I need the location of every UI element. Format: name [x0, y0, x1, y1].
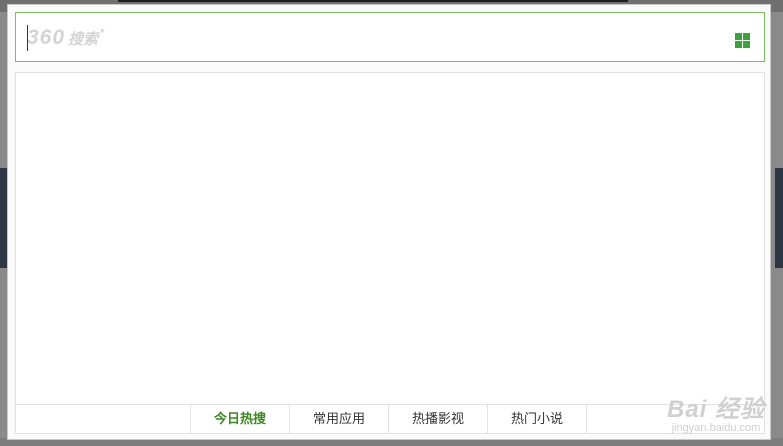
suggestion-panel: 今日热搜 常用应用 热播影视 热门小说 — [15, 72, 765, 434]
grid-cell — [735, 41, 742, 48]
logo-star: * — [100, 27, 105, 39]
tab-today-hot[interactable]: 今日热搜 — [191, 405, 290, 433]
category-tabs: 今日热搜 常用应用 热播影视 热门小说 — [16, 404, 764, 433]
tab-spacer — [16, 405, 191, 433]
grid-cell — [743, 33, 750, 40]
background-banner-right — [775, 168, 783, 268]
watermark-sub: jingyan.baidu.com — [671, 422, 761, 434]
grid-cell — [743, 41, 750, 48]
text-caret — [27, 25, 28, 51]
search-dialog: 360 搜索 * 今日热搜 常用应用 热播影视 热门小说 — [7, 4, 771, 440]
watermark: Bai 经验 jingyan.baidu.com — [667, 389, 765, 434]
grid-cell — [735, 33, 742, 40]
tab-common-apps[interactable]: 常用应用 — [290, 405, 389, 433]
search-logo: 360 搜索 * — [27, 27, 104, 49]
grid-apps-icon[interactable] — [735, 33, 750, 48]
tab-hot-shows[interactable]: 热播影视 — [389, 405, 488, 433]
logo-suffix: 搜索 — [68, 31, 99, 48]
watermark-main: Bai 经验 — [666, 396, 765, 423]
tab-hot-novels[interactable]: 热门小说 — [488, 405, 587, 433]
background-bar — [118, 0, 628, 2]
search-input[interactable]: 360 搜索 * — [15, 12, 765, 62]
logo-text: 360 — [27, 26, 66, 49]
